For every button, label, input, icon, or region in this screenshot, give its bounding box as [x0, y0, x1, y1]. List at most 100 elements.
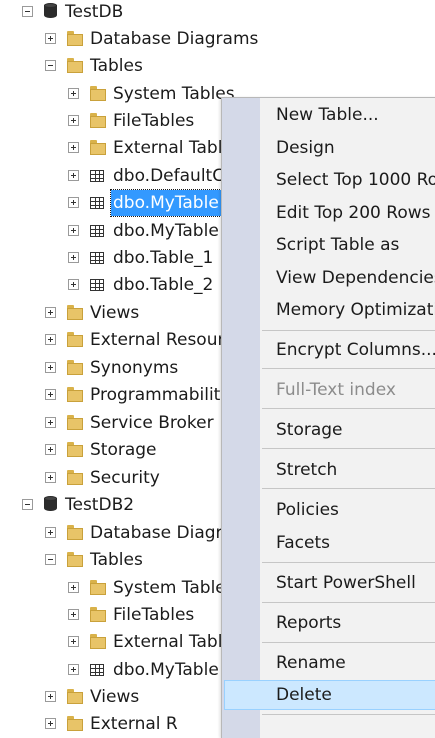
folder-icon	[67, 525, 83, 540]
tree-node-label: TestDB	[65, 2, 124, 22]
context-menu: New Table... Design Select Top 1000 Ro E…	[221, 97, 435, 738]
table-icon	[90, 279, 104, 291]
tree-node-label: dbo.DefaultC	[113, 166, 225, 186]
expand-toggle[interactable]	[45, 33, 56, 44]
menu-separator	[262, 330, 435, 331]
expand-toggle[interactable]	[68, 664, 79, 675]
folder-icon	[67, 58, 83, 73]
folder-icon	[67, 415, 83, 430]
menu-separator	[262, 562, 435, 563]
menu-item-delete[interactable]: Delete	[224, 680, 435, 710]
expand-toggle[interactable]	[68, 582, 79, 593]
menu-separator	[262, 488, 435, 489]
tree-node-label: Storage	[90, 440, 157, 460]
expand-toggle[interactable]	[45, 307, 56, 318]
folder-icon	[90, 140, 106, 155]
collapse-toggle[interactable]	[22, 499, 33, 510]
collapse-toggle[interactable]	[22, 6, 33, 17]
tree-node-label: Synonyms	[90, 358, 179, 378]
folder-icon	[90, 580, 106, 595]
menu-item-start-powershell[interactable]: Start PowerShell	[260, 568, 435, 598]
menu-item-reports[interactable]: Reports	[260, 608, 435, 638]
menu-item-policies[interactable]: Policies	[260, 495, 435, 525]
tree-node-label: TestDB2	[65, 495, 135, 515]
menu-item-storage[interactable]: Storage	[260, 415, 435, 445]
expand-toggle[interactable]	[68, 88, 79, 99]
tree-node-label: External R	[90, 714, 178, 734]
folder-icon	[67, 387, 83, 402]
collapse-toggle[interactable]	[45, 60, 56, 71]
expand-toggle[interactable]	[68, 279, 79, 290]
tree-node-label: External Tabl	[113, 138, 223, 158]
expand-toggle[interactable]	[45, 389, 56, 400]
database-icon	[44, 3, 57, 19]
tree-node-label: Database Diagrams	[90, 29, 259, 49]
expand-toggle[interactable]	[45, 718, 56, 729]
menu-item-design[interactable]: Design	[260, 133, 435, 163]
tree-node-label: Database Diagr	[90, 523, 223, 543]
menu-separator	[262, 408, 435, 409]
folder-icon	[67, 360, 83, 375]
table-icon	[90, 170, 104, 182]
expand-toggle[interactable]	[68, 170, 79, 181]
expand-toggle[interactable]	[68, 197, 79, 208]
menu-item-script-table-as[interactable]: Script Table as	[260, 230, 435, 260]
menu-item-full-text-index: Full-Text index	[276, 380, 396, 400]
folder-icon	[90, 634, 106, 649]
folder-icon	[67, 442, 83, 457]
tree-node-label: Service Broker	[90, 413, 214, 433]
expand-toggle[interactable]	[68, 225, 79, 236]
expand-toggle[interactable]	[68, 609, 79, 620]
expand-toggle[interactable]	[68, 142, 79, 153]
tree-node-label: FileTables	[113, 111, 195, 131]
menu-separator	[262, 602, 435, 603]
tree-node-label: Tables	[90, 56, 143, 76]
tree-node-label: Programmability	[90, 385, 231, 405]
tree-node-label: dbo.Table_2	[113, 275, 214, 295]
expand-toggle[interactable]	[45, 527, 56, 538]
folder-icon	[67, 552, 83, 567]
folder-icon	[90, 113, 106, 128]
collapse-toggle[interactable]	[45, 554, 56, 565]
folder-icon	[90, 86, 106, 101]
expand-toggle[interactable]	[45, 362, 56, 373]
folder-icon	[67, 31, 83, 46]
menu-item-facets[interactable]: Facets	[260, 528, 435, 558]
tree-node-label: Views	[90, 303, 140, 323]
expand-toggle[interactable]	[45, 334, 56, 345]
database-icon	[44, 496, 57, 512]
menu-item-edit-top-200[interactable]: Edit Top 200 Rows	[260, 198, 435, 228]
tree-node-label: External Tabl	[113, 632, 223, 652]
expand-toggle[interactable]	[68, 636, 79, 647]
menu-item-rename[interactable]: Rename	[260, 648, 435, 678]
expand-toggle[interactable]	[45, 417, 56, 428]
menu-item-view-dependencies[interactable]: View Dependencies	[260, 263, 435, 293]
expand-toggle[interactable]	[45, 472, 56, 483]
tree-node-label: System Tables	[113, 84, 235, 104]
menu-item-stretch[interactable]: Stretch	[260, 455, 435, 485]
folder-icon	[67, 332, 83, 347]
expand-toggle[interactable]	[45, 691, 56, 702]
expand-toggle[interactable]	[45, 444, 56, 455]
menu-item-new-table[interactable]: New Table...	[260, 100, 435, 130]
tree-node-label: dbo.Table_1	[113, 248, 214, 268]
expand-toggle[interactable]	[68, 252, 79, 263]
tree-node-label: System Table	[113, 578, 226, 598]
tree-node-label: dbo.MyTable	[113, 660, 219, 680]
menu-item-select-top-1000[interactable]: Select Top 1000 Ro	[260, 165, 435, 195]
tree-node-label: Views	[90, 687, 140, 707]
tree-node-label-selected: dbo.MyTable	[110, 189, 222, 217]
tree-node-label: Tables	[90, 550, 143, 570]
menu-item-encrypt-columns[interactable]: Encrypt Columns...	[260, 335, 435, 365]
expand-toggle[interactable]	[68, 115, 79, 126]
table-icon	[90, 664, 104, 676]
table-icon	[90, 252, 104, 264]
menu-separator	[262, 714, 435, 715]
tree-node-label: External Resourc	[90, 330, 234, 350]
folder-icon	[67, 689, 83, 704]
folder-icon	[67, 470, 83, 485]
menu-separator	[262, 368, 435, 369]
menu-separator	[262, 642, 435, 643]
table-icon	[90, 197, 104, 209]
menu-item-memory-optimization[interactable]: Memory Optimizati	[260, 295, 435, 325]
